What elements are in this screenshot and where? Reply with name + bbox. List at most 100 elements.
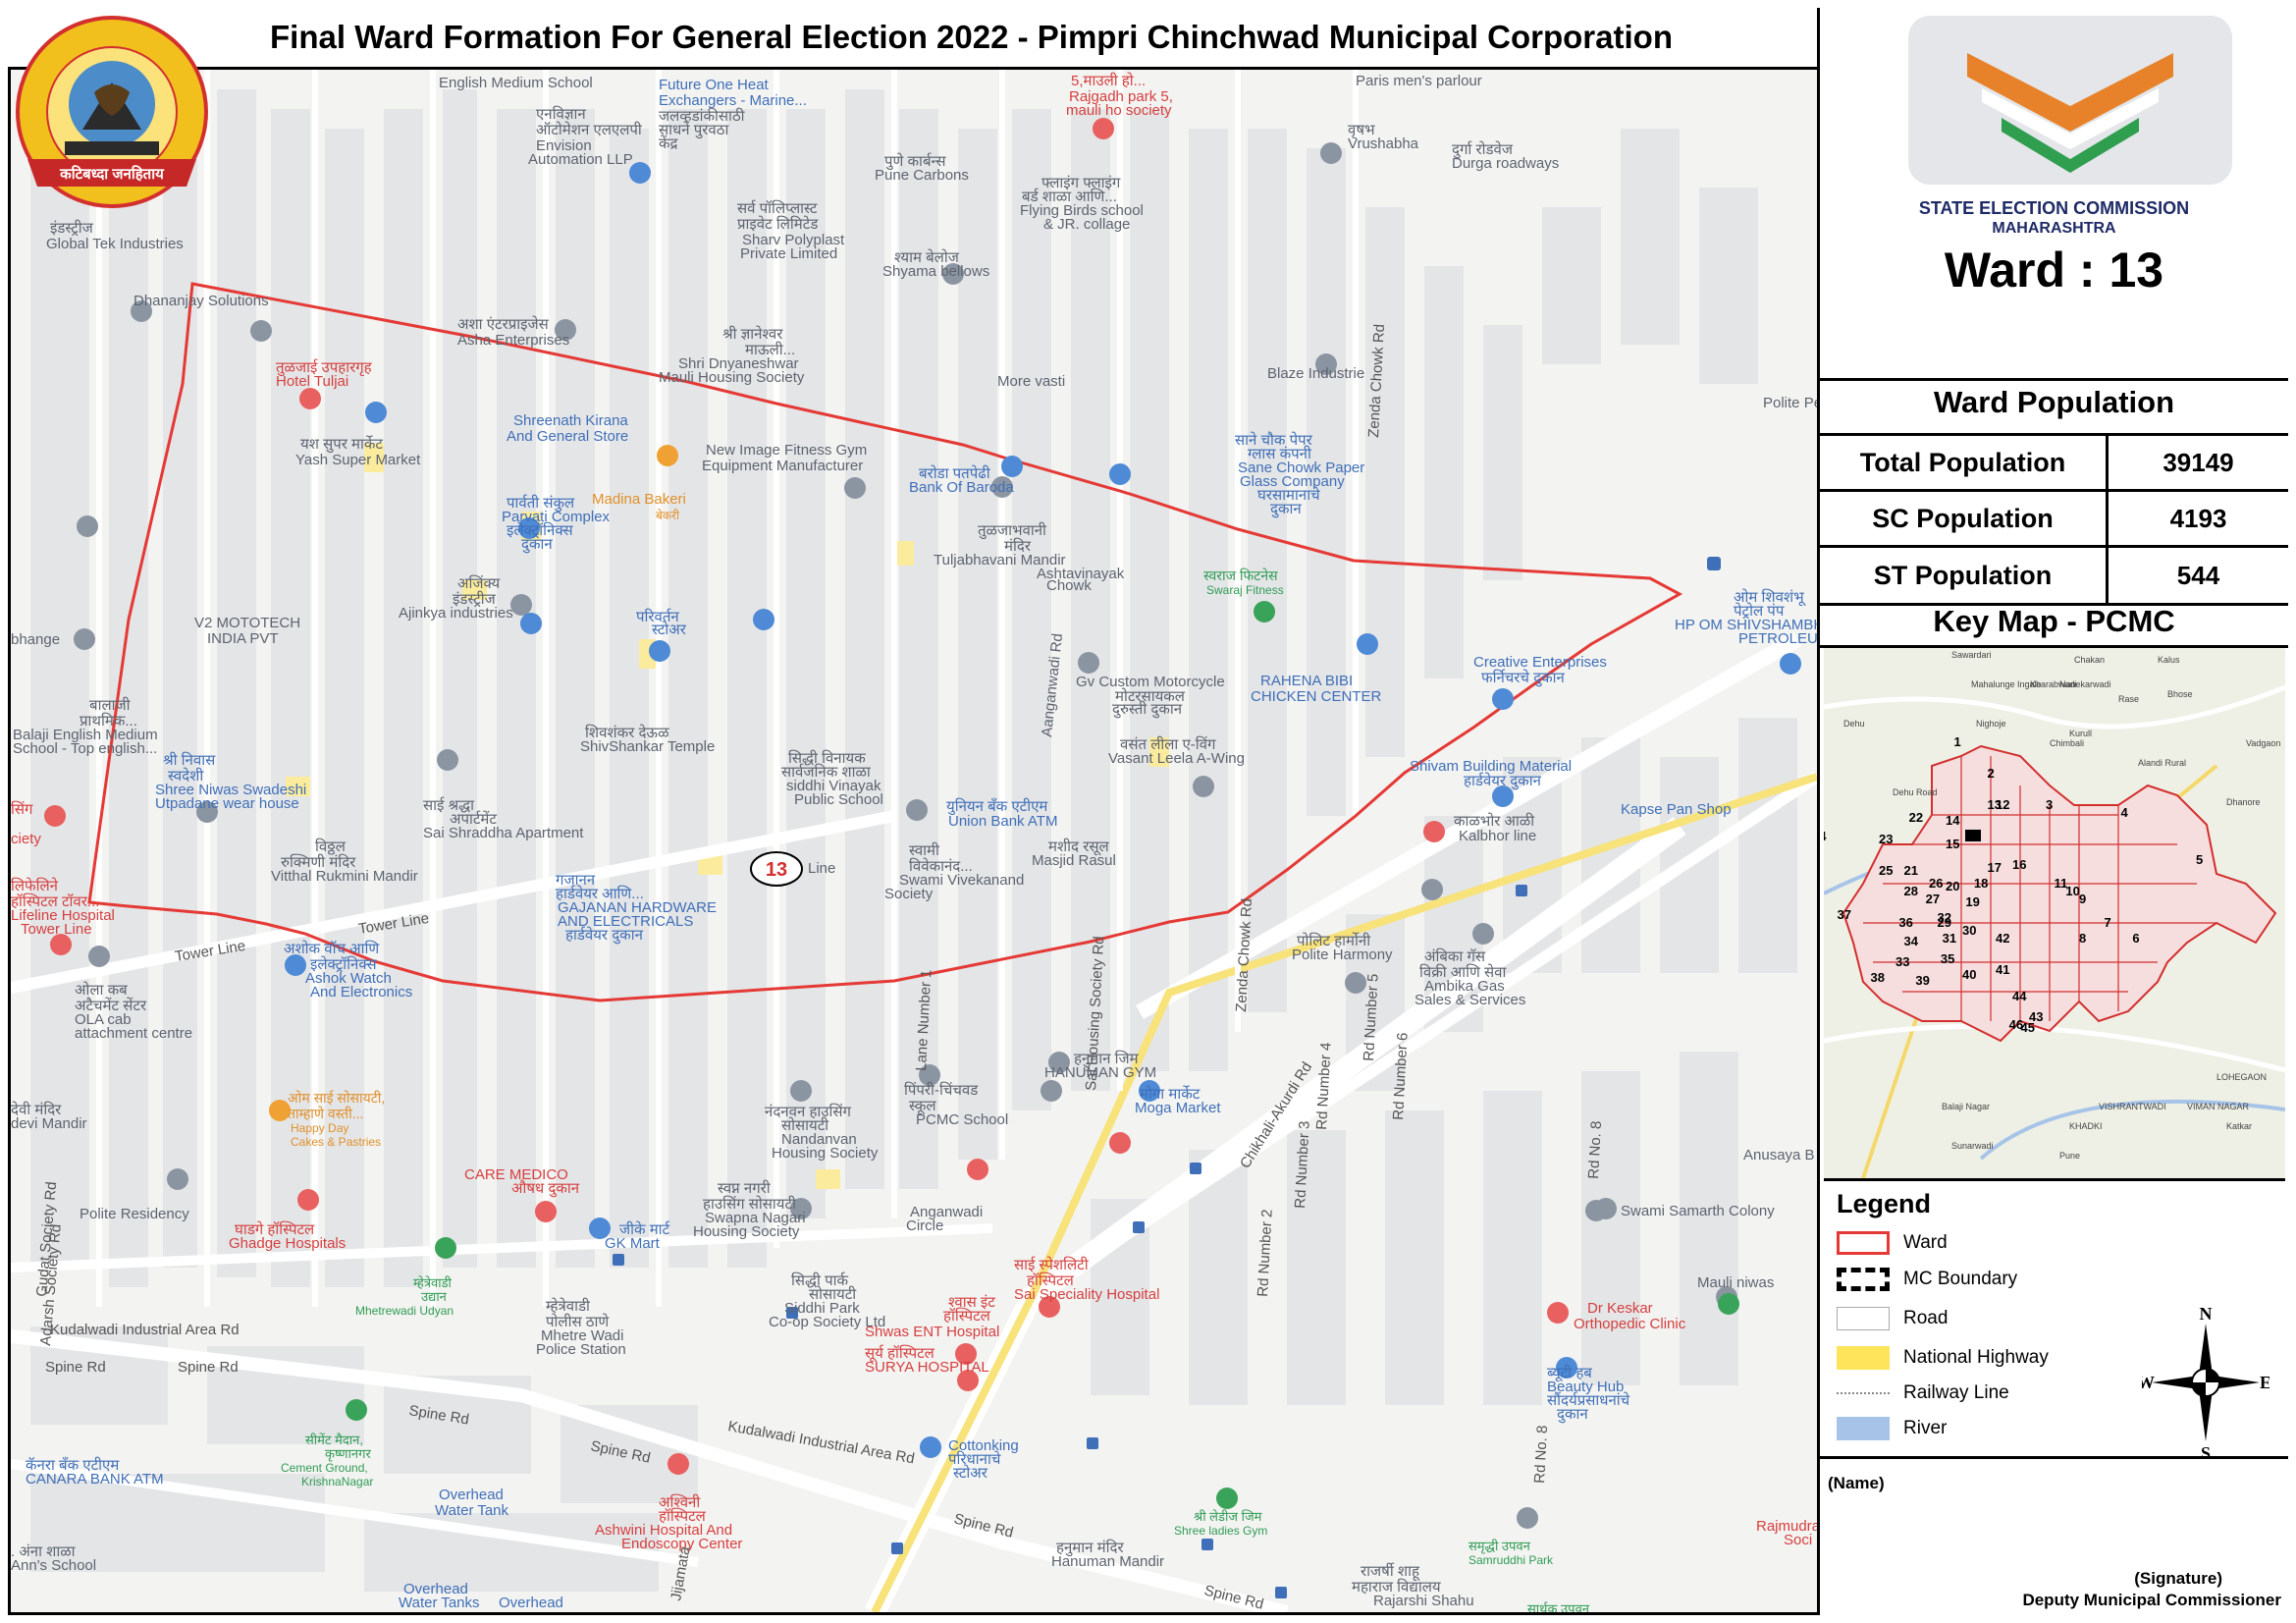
svg-text:बालाजी: बालाजी [89, 696, 132, 714]
svg-text:श्री ज्ञानेश्वर: श्री ज्ञानेश्वर [722, 325, 783, 343]
svg-text:Ghadge Hospitals: Ghadge Hospitals [229, 1235, 346, 1252]
keymap-ward-number: 9 [2079, 892, 2086, 906]
keymap-ward-number: 8 [2079, 931, 2086, 946]
svg-text:हॉस्पिटल: हॉस्पिटल [943, 1307, 991, 1325]
line-label: Line [808, 860, 835, 877]
keymap-ward-number: 32 [1938, 910, 1951, 925]
ward-swatch [1837, 1231, 1890, 1255]
legend-title: Legend [1837, 1189, 1932, 1218]
svg-text:Sales & Services: Sales & Services [1415, 992, 1525, 1008]
svg-text:Spine Rd: Spine Rd [178, 1359, 239, 1376]
population-row-sc: SC Population 4193 [1820, 489, 2288, 546]
svg-text:INDIA PVT: INDIA PVT [207, 630, 279, 647]
svg-text:पिंपरी-चिंचवड: पिंपरी-चिंचवड [904, 1081, 979, 1099]
svg-text:PETROLEUM: PETROLEUM [1738, 630, 1817, 647]
svg-text:Swaraj Fitness: Swaraj Fitness [1206, 583, 1284, 597]
keymap-ward-number: 37 [1838, 907, 1851, 922]
keymap-place-label: VIMAN NAGAR [2187, 1102, 2250, 1111]
svg-text:Vitthal Rukmini Mandir: Vitthal Rukmini Mandir [271, 868, 418, 885]
svg-text:साई स्पेशलिटी: साई स्पेशलिटी [1014, 1256, 1090, 1273]
svg-text:सार्थक उपवन: सार्थक उपवन [1527, 1601, 1590, 1612]
road-swatch [1837, 1307, 1890, 1330]
svg-text:Dhananjay Solutions: Dhananjay Solutions [133, 293, 269, 309]
keymap-ward-number: 4 [2121, 805, 2129, 820]
highway-swatch [1837, 1346, 1890, 1370]
svg-text:Global Tek Industries: Global Tek Industries [46, 236, 184, 252]
svg-text:Mhetrewadi Udyan: Mhetrewadi Udyan [355, 1304, 454, 1318]
svg-text:Public School: Public School [794, 791, 883, 808]
keymap-ward-number: 11 [2055, 876, 2068, 891]
keymap-ward-number: 17 [1988, 860, 2002, 875]
legend-label: MC Boundary [1903, 1269, 2018, 1289]
svg-text:CHICKEN CENTER: CHICKEN CENTER [1251, 688, 1382, 705]
svg-text:सिंग: सिंग [11, 800, 33, 818]
svg-text:Mauli niwas: Mauli niwas [1697, 1274, 1774, 1291]
keymap-place-label: Dhanore [2226, 797, 2261, 807]
svg-text:GK Mart: GK Mart [605, 1235, 661, 1252]
keymap-ward-number: 46 [2009, 1017, 2023, 1032]
svg-text:सीमेंट मैदान,: सीमेंट मैदान, [305, 1433, 363, 1447]
title-bar: Final Ward Formation For General Electio… [8, 8, 1817, 70]
svg-text:Hanuman Mandir: Hanuman Mandir [1051, 1553, 1164, 1570]
svg-text:Water Tank: Water Tank [435, 1502, 509, 1519]
svg-text:And Electronics: And Electronics [310, 984, 412, 1001]
svg-text:एनविज्ञान: एनविज्ञान [536, 105, 586, 123]
svg-text:RAHENA BIBI: RAHENA BIBI [1260, 673, 1353, 689]
keymap-place-label: Kharabwadi [2030, 679, 2077, 689]
commission-state: MAHARASHTRA [1992, 220, 2116, 237]
svg-text:Swami Samarth Colony: Swami Samarth Colony [1621, 1203, 1775, 1219]
population-label: SC Population [1820, 492, 2109, 546]
svg-text:Bank Of Baroda: Bank Of Baroda [909, 479, 1014, 496]
keymap-place-label: Chimbali [2050, 738, 2084, 748]
svg-text:Polite Harmony: Polite Harmony [1292, 947, 1393, 963]
svg-text:N: N [2200, 1304, 2213, 1324]
svg-text:Tower Line: Tower Line [21, 921, 92, 938]
keymap-place-label: Chakan [2074, 655, 2105, 665]
svg-text:Vasant Leela A-Wing: Vasant Leela A-Wing [1108, 750, 1245, 767]
keymap-ward-number: 36 [1898, 915, 1912, 930]
ward-map[interactable]: 13 Line Future One Heat Exchangers - Mar… [11, 70, 1817, 1612]
svg-text:bhange: bhange [11, 631, 60, 648]
keymap-ward-number: 16 [2012, 857, 2026, 872]
logo-banner-text: कटिबध्दा जनहिताय [59, 165, 165, 183]
svg-text:Exchangers - Marine...: Exchangers - Marine... [659, 92, 807, 109]
svg-text:W: W [2142, 1373, 2155, 1392]
keymap-ward-number: 39 [1915, 973, 1929, 988]
sec-maharashtra-logo [1908, 16, 2232, 185]
svg-text:स्वप्न नगरी: स्वप्न नगरी [718, 1179, 772, 1197]
svg-text:Future One Heat: Future One Heat [659, 77, 770, 93]
legend-item-road: Road [1837, 1304, 1948, 1333]
keymap-place-label: Vadgaon [2246, 738, 2280, 748]
keymap-ward-number: 31 [1943, 931, 1956, 946]
svg-text:Asha Enterprises: Asha Enterprises [457, 332, 569, 349]
keymap-ward-number: 15 [1946, 837, 1959, 851]
svg-text:Shwas ENT Hospital: Shwas ENT Hospital [865, 1324, 999, 1340]
svg-text:श्री लेडीज जिम: श्री लेडीज जिम [1194, 1509, 1262, 1524]
svg-text:attachment centre: attachment centre [75, 1025, 192, 1042]
keymap-place-label: Dehu [1843, 719, 1865, 729]
keymap-ward-number: 5 [2196, 852, 2203, 867]
key-map-pcmc[interactable]: 1234567891011121314151617181920212223242… [1824, 648, 2285, 1181]
railway-swatch [1837, 1392, 1890, 1394]
population-label: Total Population [1820, 436, 2109, 490]
legend-item-mc-boundary: MC Boundary [1837, 1265, 2017, 1294]
svg-text:Kudalwadi Industrial Area Rd: Kudalwadi Industrial Area Rd [50, 1322, 240, 1338]
keymap-place-label: Dehu Road [1893, 787, 1938, 797]
svg-text:Happy Day: Happy Day [291, 1121, 348, 1135]
svg-text:Durga roadways: Durga roadways [1452, 155, 1559, 172]
svg-text:Pune Carbons: Pune Carbons [875, 167, 969, 184]
svg-text:औषध दुकान: औषध दुकान [511, 1179, 580, 1198]
population-value: 4193 [2169, 504, 2227, 533]
legend-label: River [1903, 1418, 1948, 1438]
sidebar-panel: STATE ELECTION COMMISSION MAHARASHTRA Wa… [1817, 8, 2288, 1615]
population-heading: Ward Population [1933, 385, 2175, 419]
svg-text:mauli ho society: mauli ho society [1066, 102, 1172, 119]
svg-text:Creative Enterprises: Creative Enterprises [1473, 654, 1607, 671]
svg-text:CANARA BANK ATM: CANARA BANK ATM [26, 1471, 164, 1488]
svg-text:इंडस्ट्रीज: इंडस्ट्रीज [50, 219, 94, 237]
keymap-ward-number: 1 [1954, 734, 1961, 749]
svg-text:म्हेत्रेवाडी: म्हेत्रेवाडी [413, 1275, 453, 1290]
divider [1820, 378, 2288, 381]
keymap-place-label: Balaji Nagar [1942, 1102, 1990, 1111]
keymap-place-label: KHADKI [2069, 1121, 2103, 1131]
